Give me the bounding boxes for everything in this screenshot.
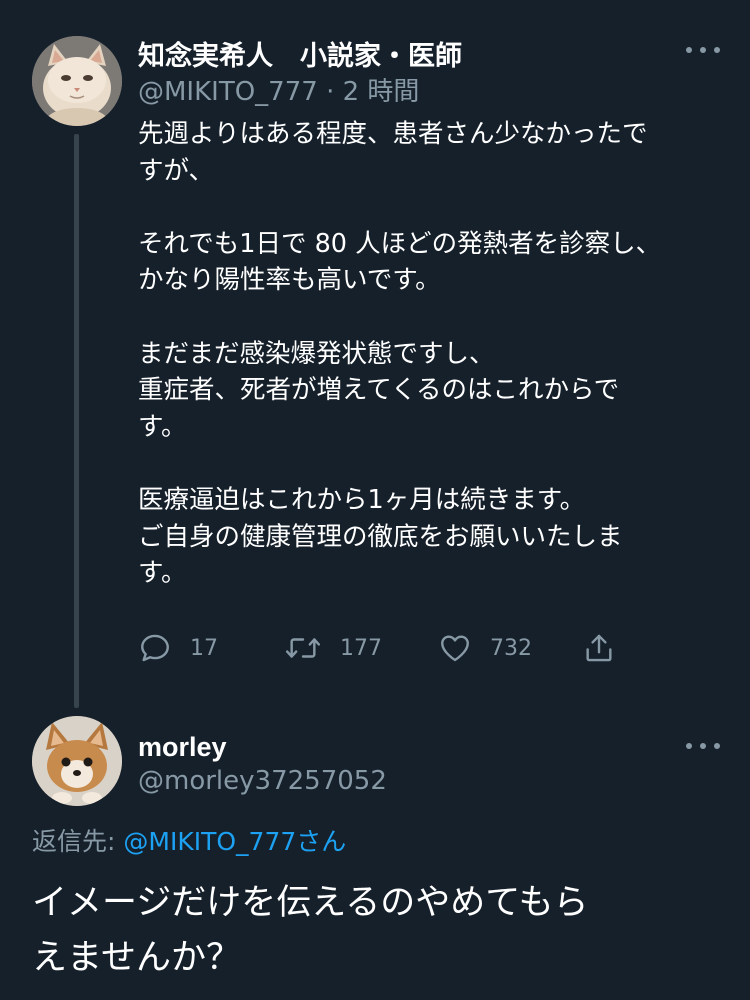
reply-author-avatar-dog[interactable]	[32, 716, 122, 806]
share-upload-icon	[586, 634, 612, 662]
retweet-arrows-icon	[285, 638, 321, 658]
replying-to-line: 返信先: @MIKITO_777さん	[32, 822, 346, 858]
like-count: 732	[490, 635, 532, 661]
replying-to-prefix: 返信先:	[32, 827, 124, 856]
tweet-text-line: まだまだ感染爆発状態ですし、	[138, 338, 495, 369]
thread-connector-line	[74, 134, 79, 708]
reply-text-line: えませんか？	[32, 938, 241, 978]
reply-text-line: イメージだけを伝えるのやめてもら	[32, 883, 589, 923]
tweet-text-line: すが、	[138, 155, 214, 186]
reply-button[interactable]: 17	[138, 628, 218, 668]
heart-icon	[441, 635, 469, 662]
reply-author-display-name[interactable]: morley	[138, 732, 227, 763]
more-dots-icon[interactable]	[686, 738, 720, 754]
dog-photo-icon	[32, 716, 122, 806]
tweet-timestamp[interactable]: 2 時間	[343, 77, 420, 107]
like-button[interactable]: 732	[438, 628, 532, 668]
tweet-text-line: ご自身の健康管理の徹底をお願いいたしま	[138, 521, 623, 552]
tweet-text-line: す。	[138, 411, 187, 442]
meta-separator: ·	[326, 77, 335, 107]
tweet-action-bar: 17 177 732	[138, 628, 638, 668]
tweet-text: 先週よりはある程度、患者さん少なかったで すが、 それでも1日で 80 人ほどの…	[138, 116, 718, 592]
author-avatar-cat[interactable]	[32, 36, 122, 126]
cat-photo-icon	[32, 36, 122, 126]
tweet-text-line: それでも1日で 80 人ほどの発熱者を診察し、	[138, 228, 662, 259]
retweet-count: 177	[340, 635, 382, 661]
tweet-text-line: す。	[138, 558, 187, 589]
reply-bubble-icon	[141, 634, 169, 662]
replying-to-suffix: さん	[296, 827, 347, 856]
tweet-main[interactable]: 知念実希人 小説家・医師 @MIKITO_777 · 2 時間 先週よりはある程…	[0, 0, 750, 708]
reply-count: 17	[190, 635, 218, 661]
tweet-text-line: 先週よりはある程度、患者さん少なかったで	[138, 119, 648, 149]
tweet-text-line: 医療逼迫はこれから1ヶ月は続きます。	[138, 484, 586, 515]
reply-text: イメージだけを伝えるのやめてもら えませんか？	[32, 876, 722, 986]
timeline: 知念実希人 小説家・医師 @MIKITO_777 · 2 時間 先週よりはある程…	[0, 0, 750, 1000]
share-button[interactable]	[582, 628, 616, 668]
reply-author-handle[interactable]: @morley37257052	[138, 766, 387, 796]
tweet-text-line: かなり陽性率も高いです。	[138, 265, 441, 296]
retweet-button[interactable]: 177	[284, 628, 382, 668]
replying-to-mention-link[interactable]: @MIKITO_777	[123, 827, 296, 856]
author-display-name[interactable]: 知念実希人 小説家・医師	[138, 34, 462, 73]
more-dots-icon[interactable]	[686, 42, 720, 58]
author-handle[interactable]: @MIKITO_777	[138, 77, 318, 107]
author-meta: @MIKITO_777 · 2 時間	[138, 71, 419, 108]
tweet-text-line: 重症者、死者が増えてくるのはこれからで	[138, 375, 620, 406]
